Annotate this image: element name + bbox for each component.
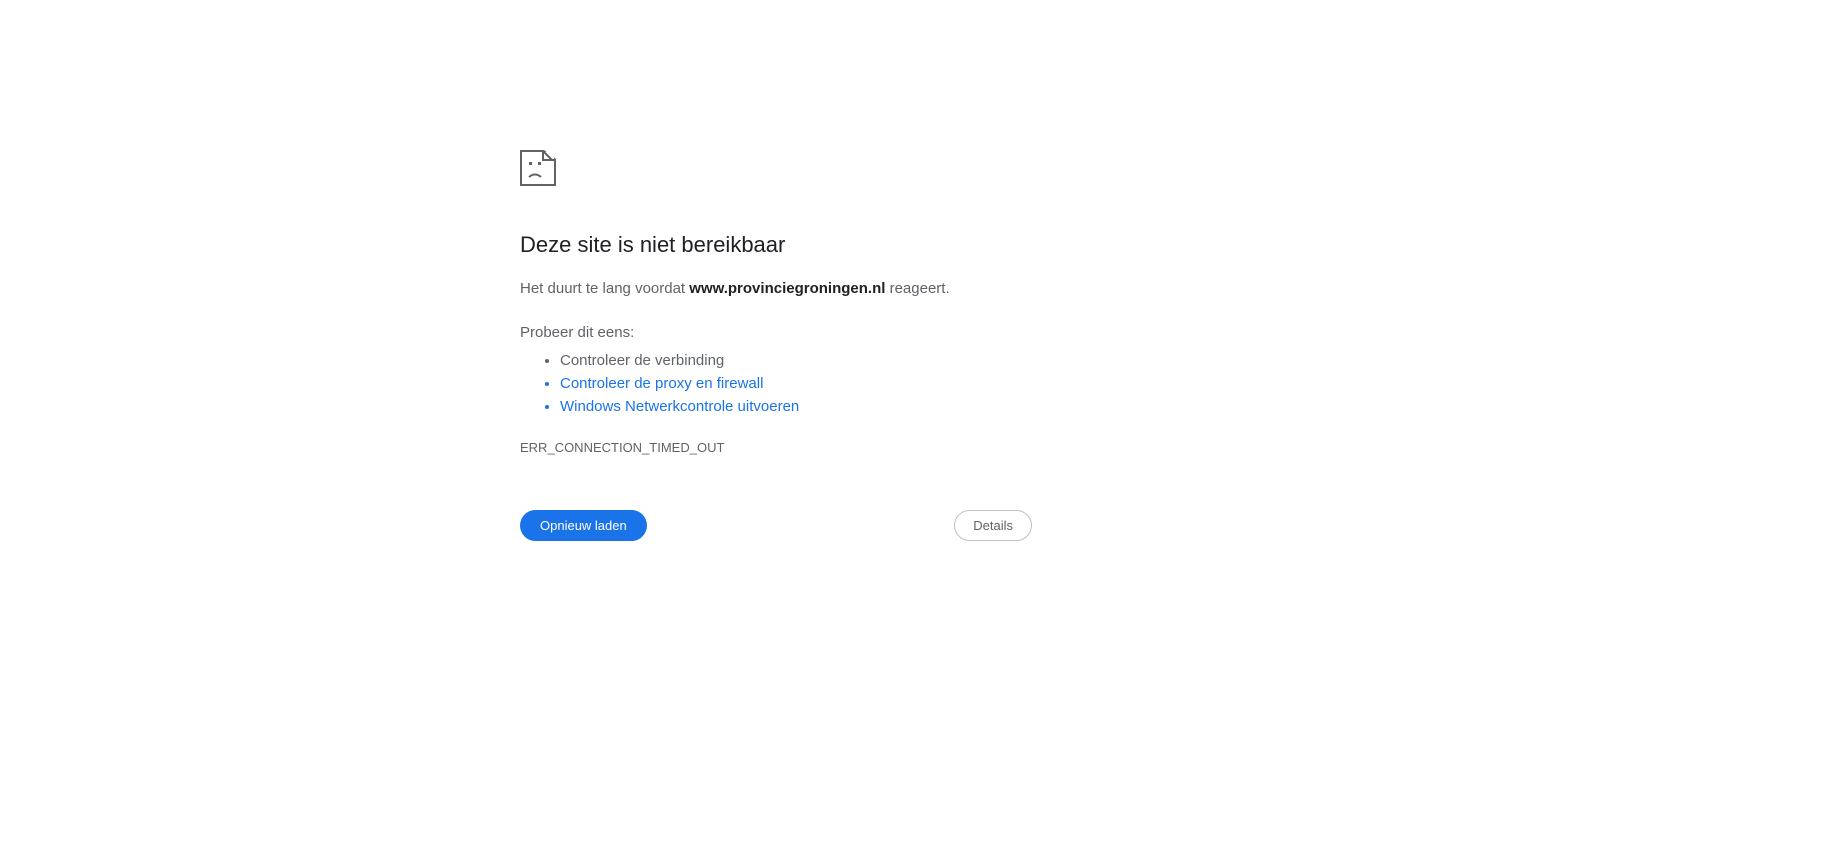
error-message-prefix: Het duurt te lang voordat (520, 280, 689, 297)
button-row: Opnieuw laden Details (520, 510, 1032, 541)
suggestion-item: Controleer de verbinding (560, 349, 1032, 372)
error-message: Het duurt te lang voordat www.provincieg… (520, 278, 1032, 301)
error-message-domain: www.provinciegroningen.nl (689, 280, 885, 297)
error-message-suffix: reageert. (885, 280, 949, 297)
suggestion-link-proxy[interactable]: Controleer de proxy en firewall (560, 372, 1032, 395)
details-button[interactable]: Details (954, 510, 1032, 541)
error-title: Deze site is niet bereikbaar (520, 231, 1032, 260)
suggestions-title: Probeer dit eens: (520, 322, 1032, 345)
suggestion-link-network[interactable]: Windows Netwerkcontrole uitvoeren (560, 395, 1032, 418)
error-code: ERR_CONNECTION_TIMED_OUT (520, 440, 1032, 455)
suggestions-list: Controleer de verbinding Controleer de p… (520, 349, 1032, 418)
reload-button[interactable]: Opnieuw laden (520, 510, 647, 541)
error-page-container: Deze site is niet bereikbaar Het duurt t… (520, 0, 1032, 541)
sad-page-icon (520, 150, 1032, 186)
